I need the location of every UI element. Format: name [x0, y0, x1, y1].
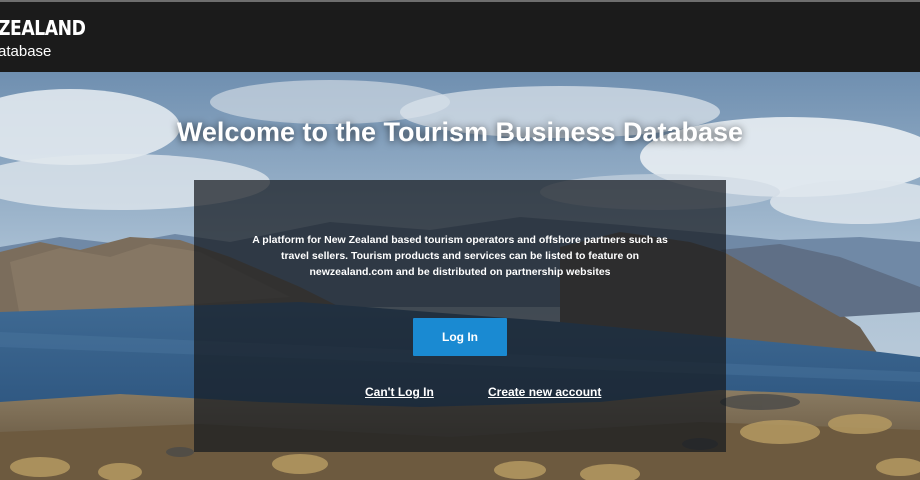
hero-section: Welcome to the Tourism Business Database… [0, 72, 920, 480]
login-panel: A platform for New Zealand based tourism… [194, 180, 726, 452]
login-button[interactable]: Log In [413, 318, 507, 356]
create-account-link[interactable]: Create new account [488, 385, 601, 399]
brand-logo-text: ZEALAND [0, 16, 86, 40]
site-header: ZEALAND atabase [0, 2, 920, 72]
page-title: Welcome to the Tourism Business Database [176, 117, 744, 147]
brand-subtitle: atabase [0, 43, 52, 60]
cant-login-link[interactable]: Can't Log In [365, 385, 434, 399]
platform-description: A platform for New Zealand based tourism… [252, 234, 668, 278]
